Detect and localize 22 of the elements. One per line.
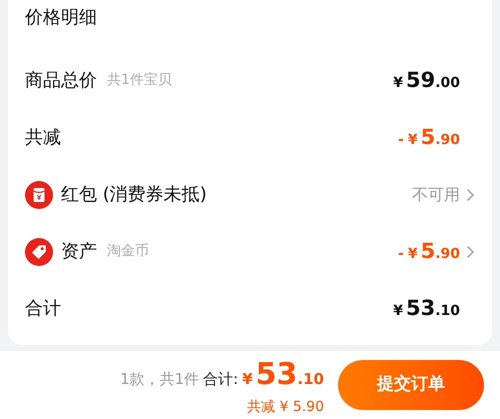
chevron-icon: [466, 188, 475, 202]
row-note: 淘金币: [107, 242, 149, 261]
row-note: 共1件宝贝: [107, 71, 172, 90]
row-value: 不可用: [412, 184, 460, 206]
section-title: 价格明细: [25, 6, 97, 30]
row-label: 资产: [61, 240, 97, 264]
tag-icon: [25, 238, 53, 266]
price: ¥59.00: [393, 66, 460, 94]
price: - ¥5.90: [398, 238, 460, 265]
submit-order-button[interactable]: 提交订单: [338, 360, 484, 410]
total-label: 合计:: [203, 369, 238, 390]
price: - ¥5.90: [398, 124, 460, 151]
chevron-icon: [466, 244, 475, 258]
price: ¥53.10: [393, 294, 460, 322]
item-count: 1款，共1件: [120, 369, 200, 390]
row-label: 红包 (消费券未抵): [61, 183, 207, 207]
row-label: 商品总价: [25, 69, 97, 93]
row-label: 共减: [25, 126, 61, 150]
envelope-icon: [25, 180, 53, 208]
saving-text: 共减 ¥ 5.90: [247, 398, 324, 417]
total-price: ¥53.10: [242, 356, 324, 394]
row-label: 合计: [25, 297, 61, 321]
